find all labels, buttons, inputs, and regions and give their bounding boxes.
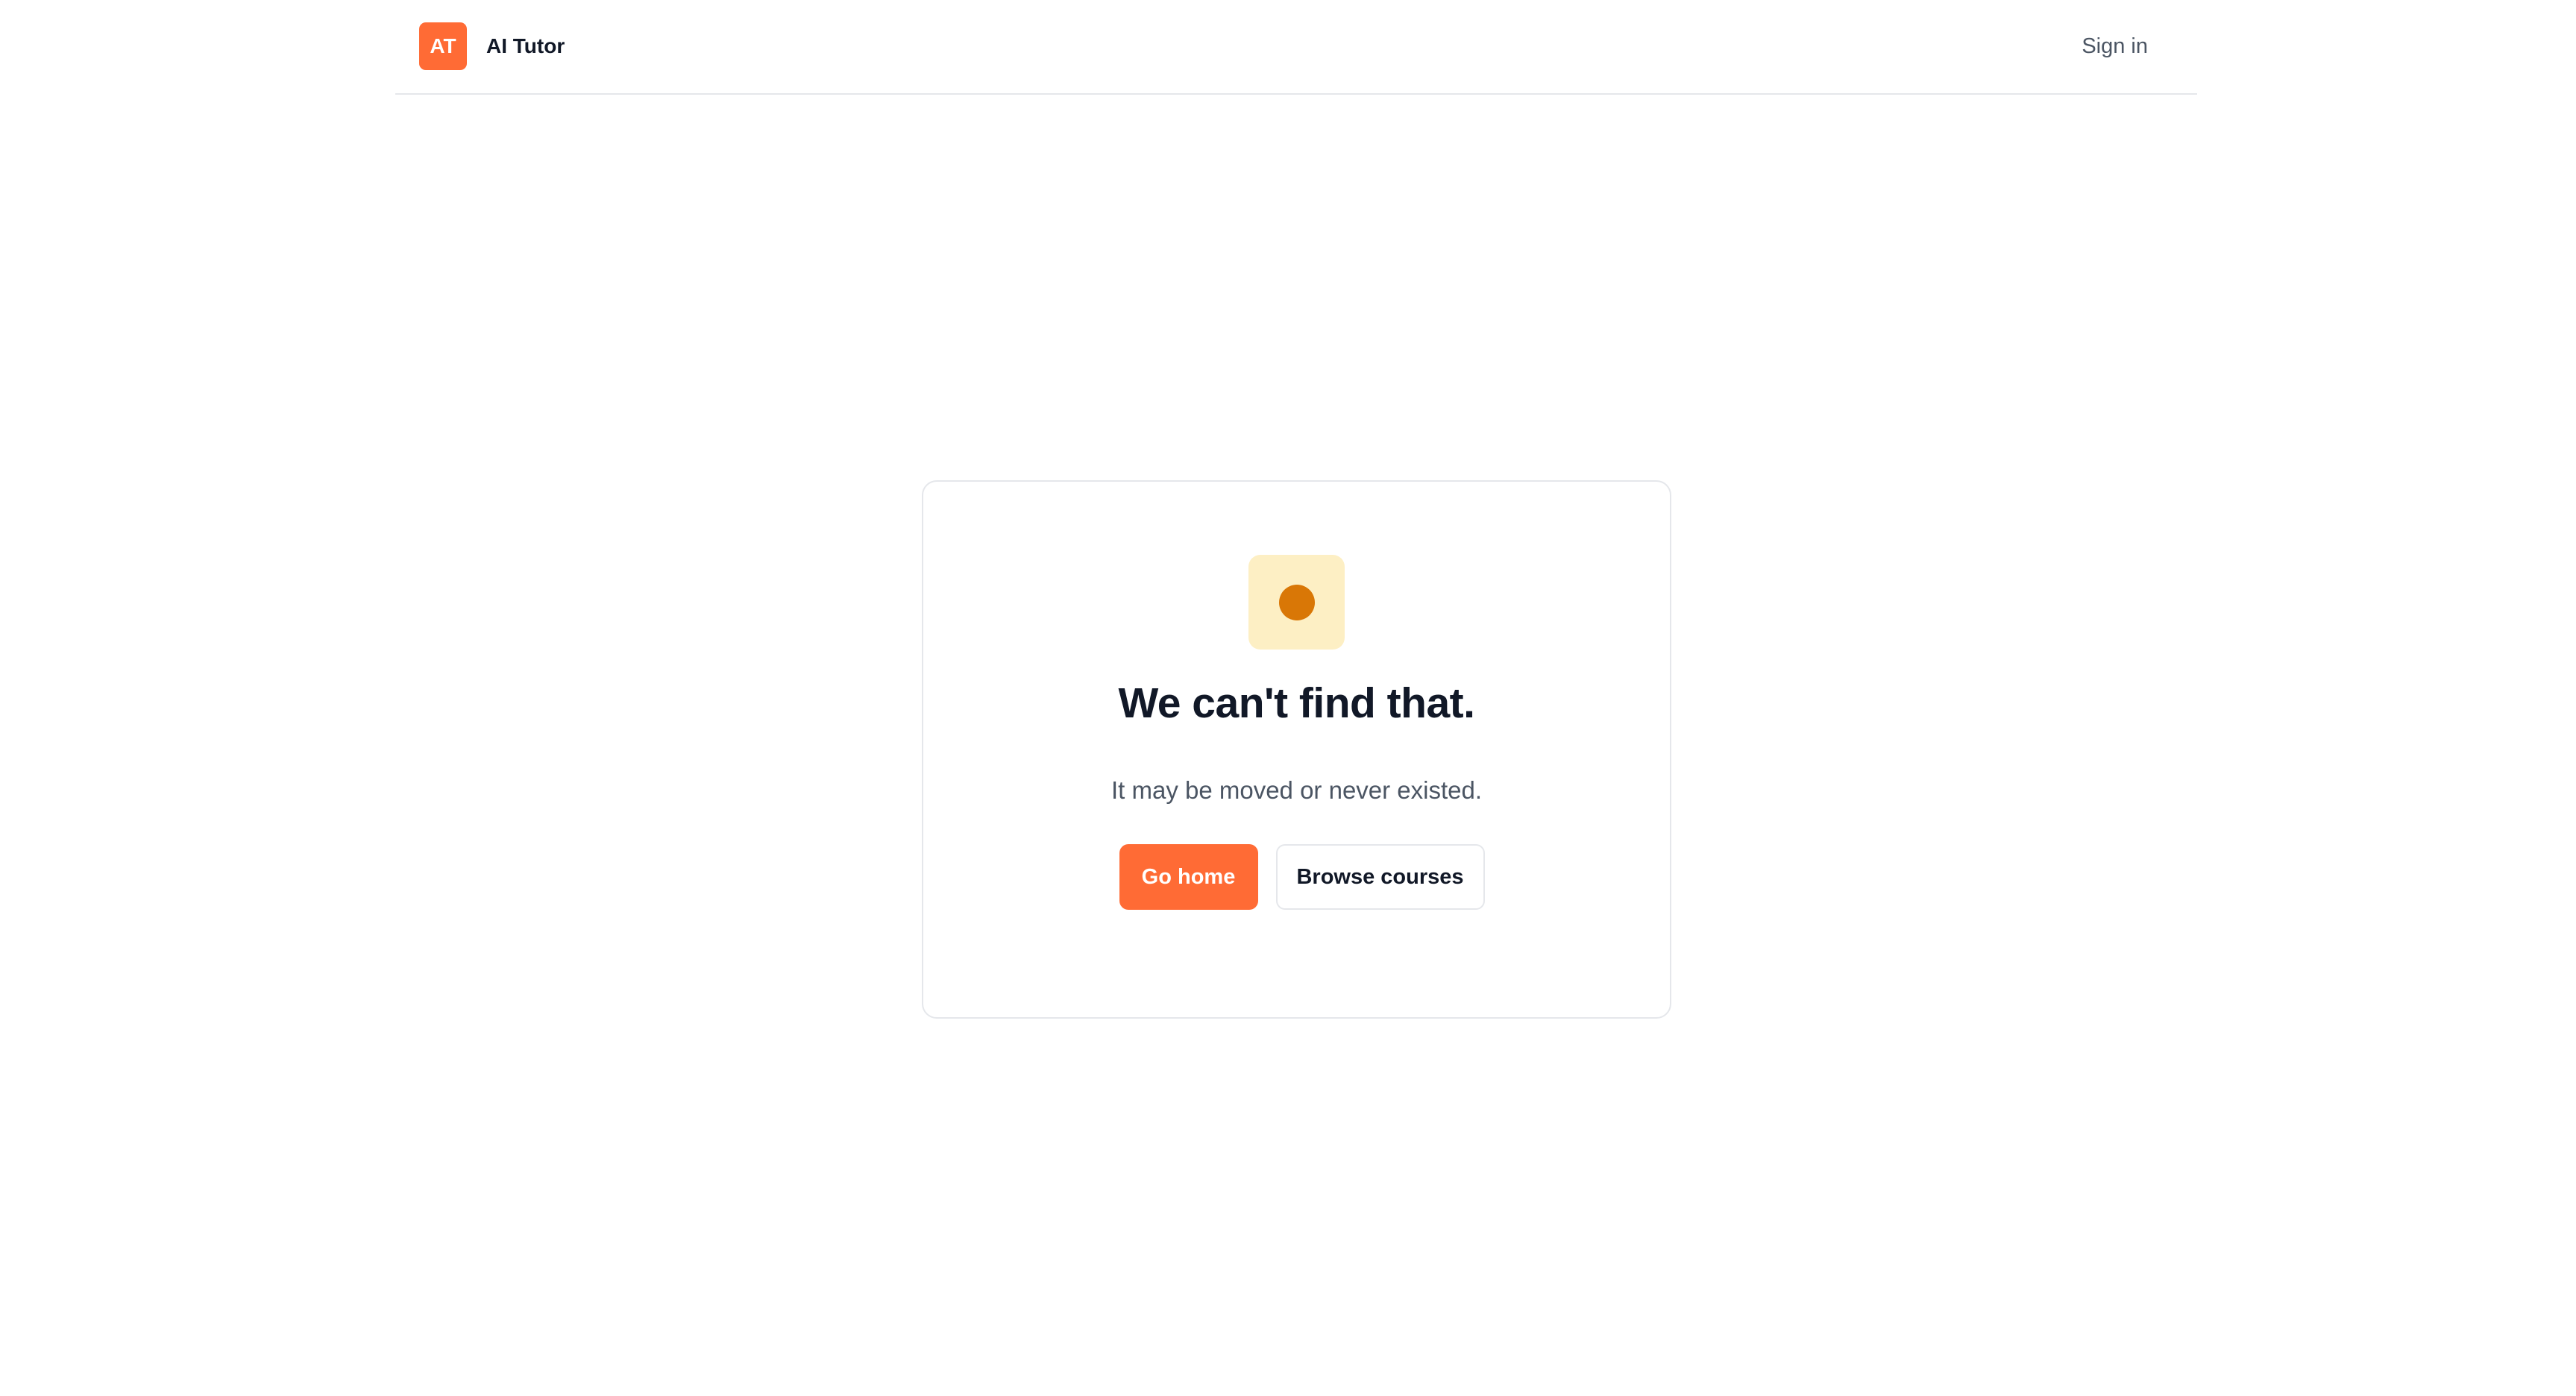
top-nav: AT AI Tutor Sign in — [395, 0, 2197, 95]
browse-courses-button[interactable]: Browse courses — [1275, 844, 1485, 910]
logo-badge[interactable]: AT — [419, 22, 467, 70]
alert-dot-icon — [1278, 584, 1315, 620]
alert-icon-tile — [1248, 555, 1345, 650]
app-name[interactable]: AI Tutor — [486, 33, 565, 60]
go-home-button[interactable]: Go home — [1119, 844, 1258, 910]
error-message: It may be moved or never existed. — [1110, 776, 1483, 804]
sign-in-link[interactable]: Sign in — [2082, 33, 2148, 60]
page: AT AI Tutor Sign in We can't find that. … — [0, 0, 2576, 1396]
page-title: We can't find that. — [1118, 679, 1475, 727]
action-buttons: Go home Browse courses — [923, 844, 1670, 910]
not-found-card: We can't find that. It may be moved or n… — [922, 480, 1671, 1019]
